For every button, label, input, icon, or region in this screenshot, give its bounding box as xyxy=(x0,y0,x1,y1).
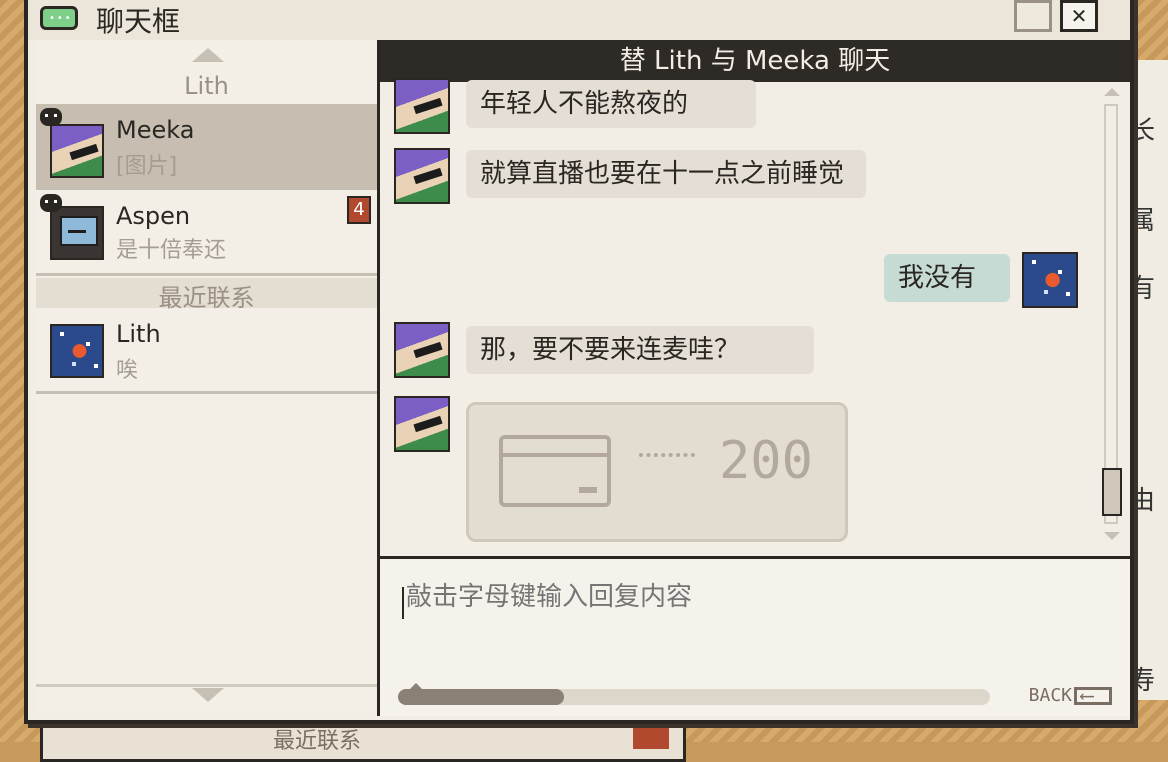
lith-avatar[interactable] xyxy=(1022,252,1078,308)
maximize-button[interactable] xyxy=(1014,0,1052,32)
divider xyxy=(36,273,377,276)
sidebar-scroll-down-icon[interactable] xyxy=(192,688,224,702)
meeka-avatar[interactable] xyxy=(394,148,450,204)
progress-fill xyxy=(398,689,564,705)
message-bubble: 那，要不要来连麦哇？ xyxy=(466,326,814,374)
scroll-rail xyxy=(1104,104,1118,524)
contact-item-aspen[interactable]: Aspen 是十倍奉还 4 xyxy=(36,190,377,276)
back-arrow-icon xyxy=(1074,682,1112,708)
meeka-avatar[interactable] xyxy=(394,396,450,452)
contact-item-lith[interactable]: Lith 唉 xyxy=(36,308,377,394)
contact-item-meeka[interactable]: Meeka [图片] xyxy=(36,104,377,190)
status-face-icon xyxy=(40,194,62,212)
window-title: 聊天框 xyxy=(96,5,181,38)
close-button[interactable]: ✕ xyxy=(1060,0,1098,32)
my-message-bubble: 我没有 xyxy=(884,254,1010,302)
chat-bubble-icon: ••• xyxy=(40,6,78,30)
typing-progress xyxy=(398,683,990,705)
message-bubble: 就算直播也要在十一点之前睡觉 xyxy=(466,150,866,198)
contact-preview: 是十倍奉还 xyxy=(116,238,227,263)
titlebar[interactable]: ••• 聊天框 ✕ xyxy=(28,0,1130,40)
contact-sidebar: Lith Meeka [图片] Aspen 是十倍奉还 4 最近联系 Lith … xyxy=(36,40,380,716)
reply-area: BACK xyxy=(380,559,1130,716)
divider xyxy=(36,684,377,687)
contact-name: Aspen xyxy=(116,202,191,230)
transfer-card[interactable]: 200 xyxy=(466,402,848,542)
sidebar-scroll-up-icon[interactable] xyxy=(192,48,224,62)
chat-scrollbar[interactable] xyxy=(1102,86,1122,546)
chat-header: 替 Lith 与 Meeka 聊天 xyxy=(380,40,1130,82)
status-face-icon xyxy=(40,108,62,126)
card-dots xyxy=(639,453,695,457)
contact-name: Meeka xyxy=(116,116,195,144)
chat-panel: 替 Lith 与 Meeka 聊天 年轻人不能熬夜的 就算直播也要在十一点之前睡… xyxy=(380,40,1130,716)
pinned-section-label: Lith xyxy=(184,72,229,100)
chat-scroll-up-icon[interactable] xyxy=(1104,88,1120,96)
avatar xyxy=(50,124,104,178)
contact-name: Lith xyxy=(116,320,161,348)
message-bubble: 年轻人不能熬夜的 xyxy=(466,80,756,128)
transfer-amount: 200 xyxy=(719,431,813,491)
progress-tip-icon xyxy=(408,683,424,691)
close-icon: ✕ xyxy=(1070,4,1088,28)
chat-window: ••• 聊天框 ✕ Lith Meeka [图片] Aspen 是十倍奉还 4 … xyxy=(24,0,1134,724)
avatar xyxy=(50,324,104,378)
meeka-avatar[interactable] xyxy=(394,78,450,134)
meeka-avatar[interactable] xyxy=(394,322,450,378)
bg-bottom-text: 最近联系 xyxy=(273,729,362,754)
contact-preview: 唉 xyxy=(116,358,139,383)
chat-scroll-down-icon[interactable] xyxy=(1104,532,1120,540)
divider xyxy=(36,391,377,394)
back-label: BACK xyxy=(1028,685,1072,706)
reply-input[interactable] xyxy=(404,581,1108,613)
avatar xyxy=(50,206,104,260)
bank-card-icon xyxy=(499,435,611,507)
back-button[interactable]: BACK xyxy=(1028,682,1112,709)
unread-badge: 4 xyxy=(347,196,371,224)
contact-preview: [图片] xyxy=(116,154,178,179)
bg-bottom-badge xyxy=(633,725,669,749)
scroll-thumb[interactable] xyxy=(1102,468,1122,516)
